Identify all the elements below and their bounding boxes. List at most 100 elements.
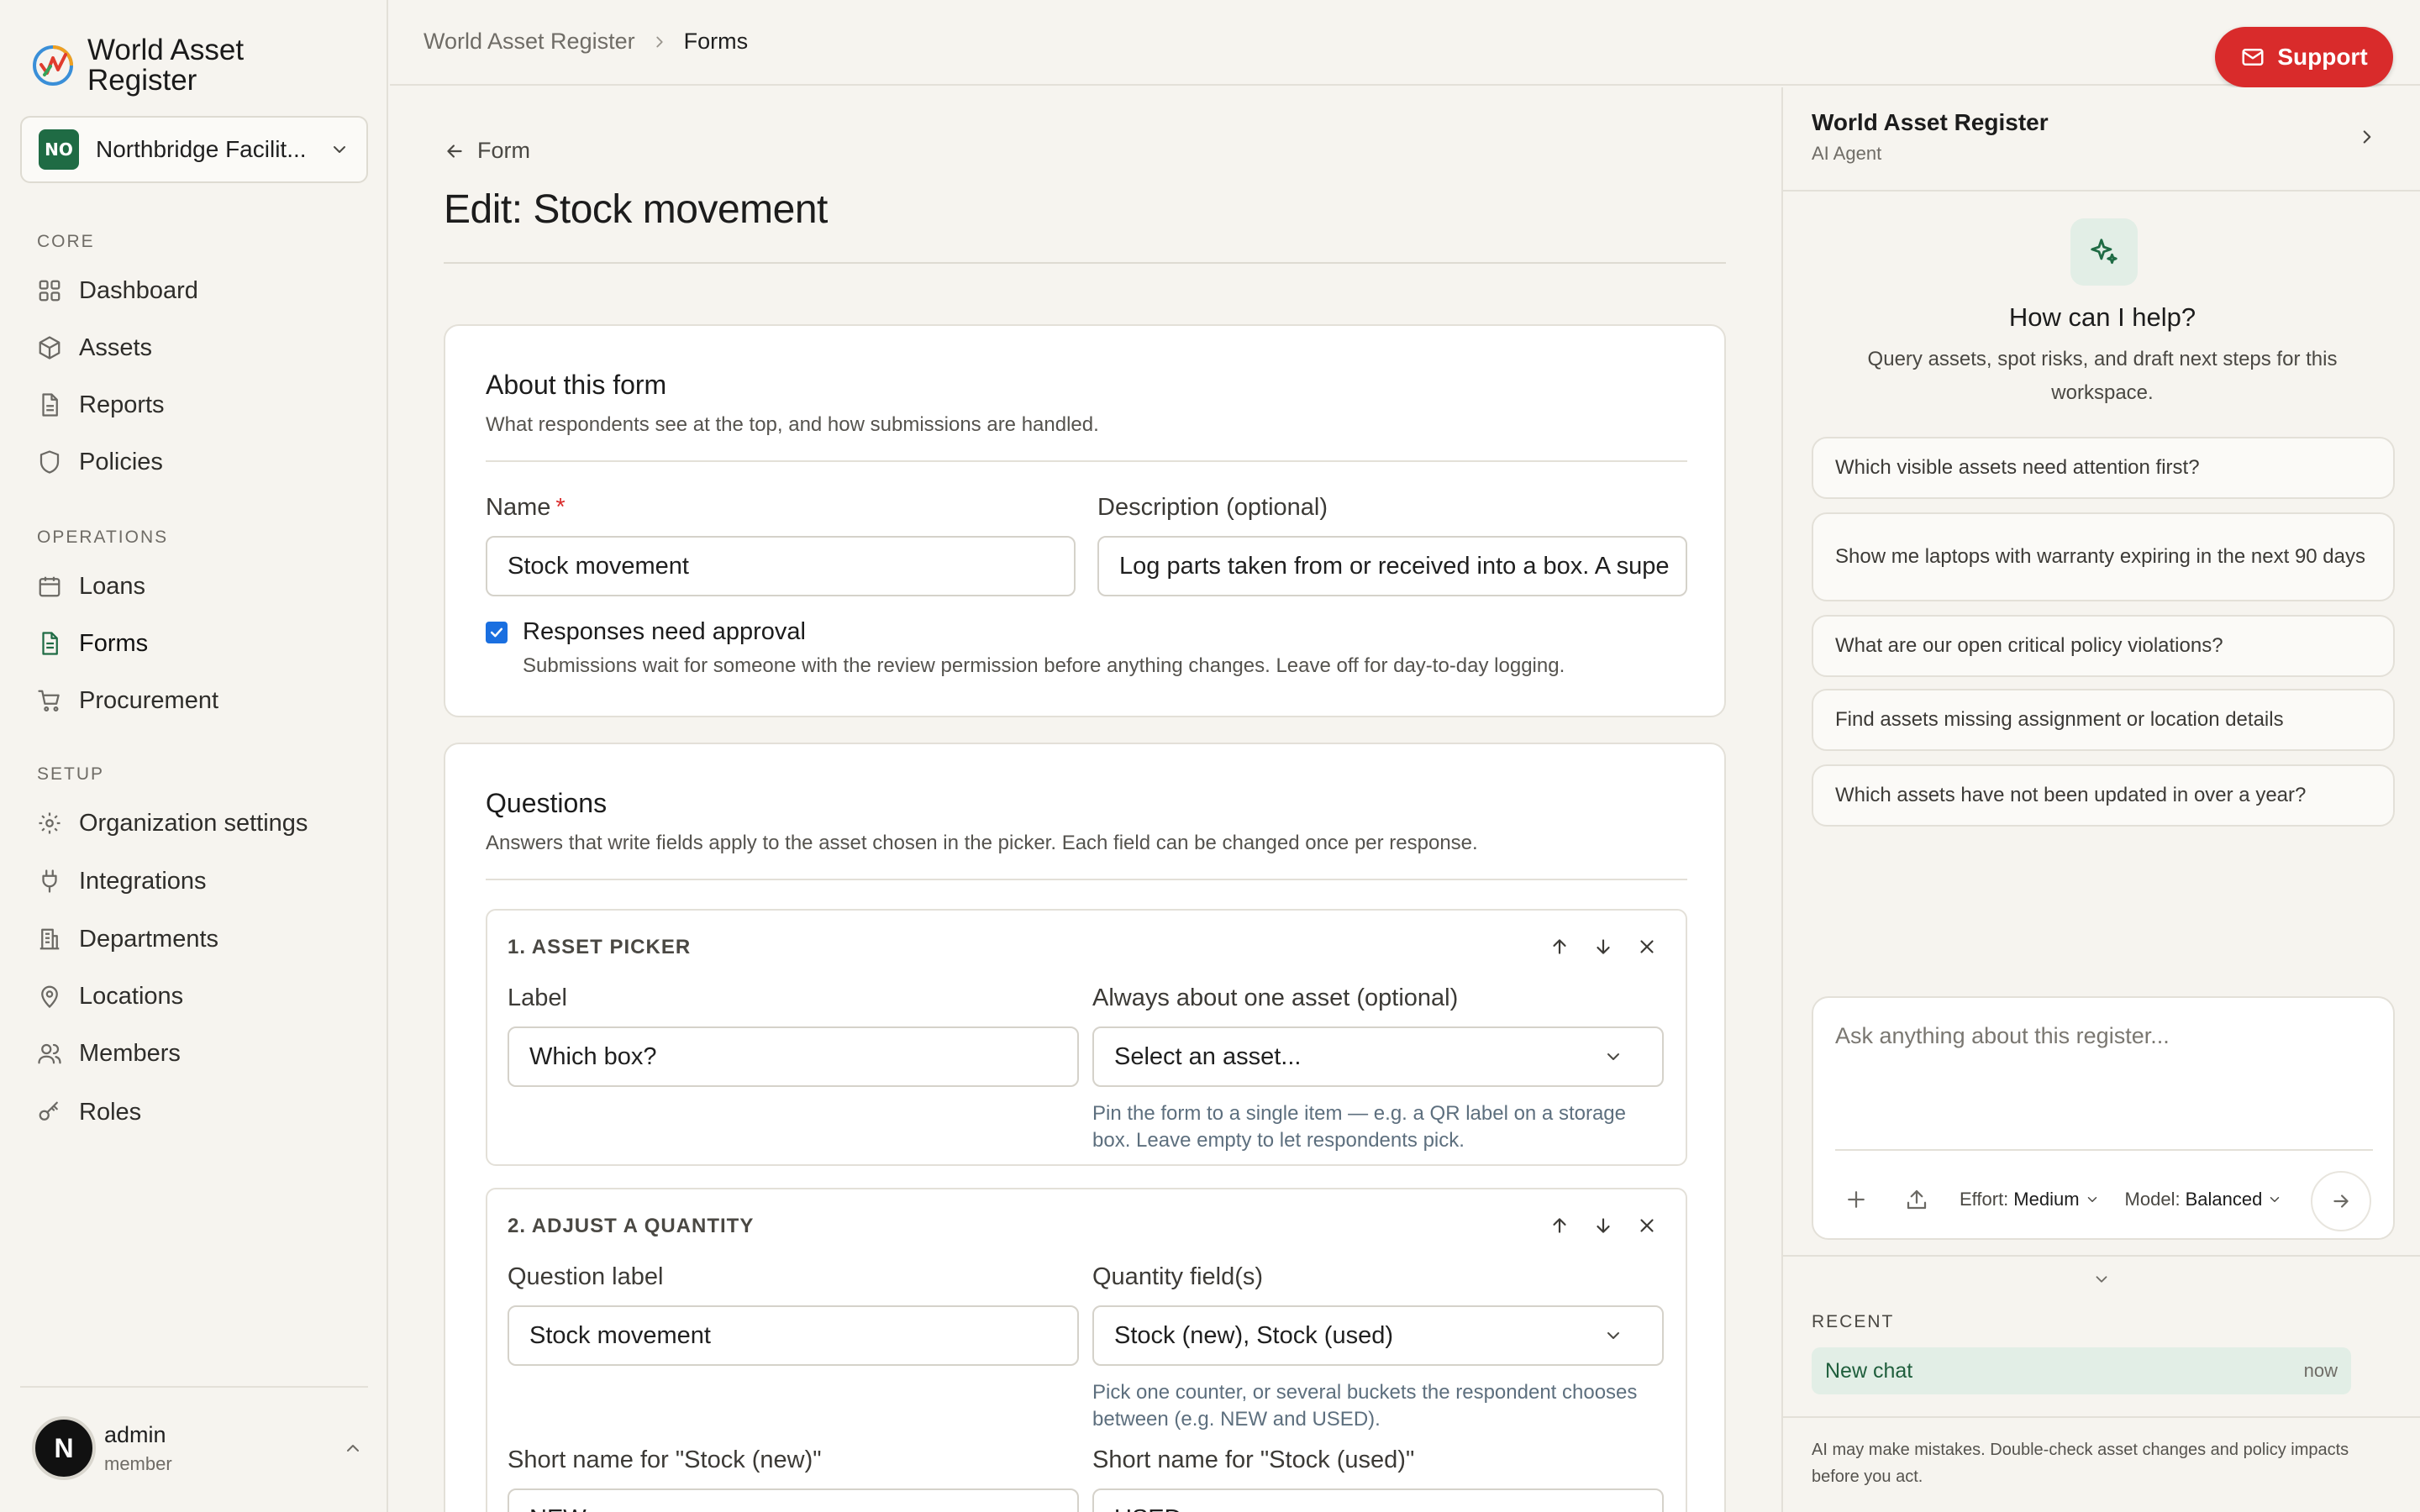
question-block-adjust-quantity: 2. ADJUST A QUANTITY Question label Stoc… [486,1188,1687,1512]
chevron-down-icon [1607,1332,1619,1339]
ai-disclaimer: AI may make mistakes. Double-check asset… [1812,1441,2349,1486]
checkmark-icon [490,627,503,638]
chevron-down-icon [1607,1053,1619,1060]
approval-checkbox[interactable] [486,622,508,643]
upload-icon[interactable] [1904,1187,1929,1212]
move-up-button[interactable] [1538,1213,1581,1238]
chevron-right-icon [655,36,663,47]
model-value: Balanced [2185,1189,2263,1210]
ai-help-subtitle: Query assets, spot risks, and draft next… [1867,348,2338,404]
main-content: Form Edit: Stock movement About this for… [390,87,1781,1512]
divider [486,879,1687,880]
sidebar-item-dashboard[interactable]: Dashboard [37,272,198,309]
remove-question-button[interactable] [1625,1213,1669,1238]
sidebar-item-label: Loans [79,572,146,600]
plus-icon[interactable] [1844,1187,1869,1212]
user-menu[interactable]: N admin member [32,1416,363,1480]
question-label-field-label: Question label [508,1263,664,1290]
divider [444,262,1726,264]
org-switcher[interactable]: NO Northbridge Facilit... [20,116,368,183]
sidebar-item-assets[interactable]: Assets [37,329,152,366]
app-name: World Asset Register [87,34,245,97]
model-label: Model: [2124,1189,2181,1210]
sidebar-item-procurement[interactable]: Procurement [37,682,218,719]
short-name-used-input[interactable]: USED [1092,1488,1664,1512]
suggestion-chip[interactable]: Show me laptops with warranty expiring i… [1812,512,2395,601]
sidebar-item-departments[interactable]: Departments [37,921,218,958]
effort-select[interactable]: Effort: Medium [1960,1189,2100,1210]
breadcrumb-home[interactable]: World Asset Register [424,29,635,55]
suggestion-chip[interactable]: Which assets have not been updated in ov… [1812,764,2395,827]
section-subtitle: What respondents see at the top, and how… [486,413,1099,436]
grid-icon [39,280,60,302]
section-title: Questions [486,788,608,818]
sidebar-item-reports[interactable]: Reports [37,386,165,423]
page-title: Edit: Stock movement [444,187,828,232]
sidebar-item-members[interactable]: Members [37,1035,181,1072]
name-input[interactable]: Stock movement [486,536,1076,596]
chevron-down-icon[interactable] [2092,1270,2111,1289]
sidebar-item-roles[interactable]: Roles [37,1094,141,1131]
label-field-label: Label [508,984,567,1011]
close-icon [1640,940,1654,953]
close-icon [1640,1219,1654,1232]
sidebar-item-forms[interactable]: Forms [37,625,148,662]
suggestion-chip[interactable]: Find assets missing assignment or locati… [1812,689,2395,751]
back-link[interactable]: Form [444,138,530,164]
question-tools [1538,1213,1669,1238]
sidebar-item-label: Locations [79,982,184,1010]
calendar-icon [39,576,60,597]
question-label-input[interactable]: Stock movement [508,1305,1079,1366]
required-mark: * [555,494,566,521]
sidebar-item-loans[interactable]: Loans [37,568,145,605]
building-icon [39,928,60,950]
quantity-fields-select[interactable]: Stock (new), Stock (used) [1092,1305,1664,1366]
description-input[interactable]: Log parts taken from or received into a … [1097,536,1687,596]
chevron-right-icon[interactable] [2356,126,2378,148]
arrow-right-icon [2333,1194,2349,1208]
sidebar-item-policies[interactable]: Policies [37,444,163,480]
key-icon [39,1101,58,1121]
model-select[interactable]: Model: Balanced [2125,1189,2283,1210]
app-logo-icon [33,45,73,86]
sidebar-item-label: Procurement [79,686,219,714]
sidebar-item-integrations[interactable]: Integrations [37,863,207,900]
users-icon [38,1043,61,1064]
recent-section-label: RECENT [1812,1312,1895,1331]
move-up-button[interactable] [1538,934,1581,959]
arrow-up-icon [1553,1218,1566,1233]
chat-composer: Ask anything about this register... Effo… [1812,996,2395,1240]
cart-icon [38,690,60,711]
arrow-up-icon [1553,939,1566,954]
suggestion-chip[interactable]: What are our open critical policy violat… [1812,615,2395,677]
move-down-button[interactable] [1581,934,1625,959]
sidebar-item-locations[interactable]: Locations [37,978,183,1015]
sidebar-item-organization-settings[interactable]: Organization settings [37,805,308,842]
label-input[interactable]: Which box? [508,1026,1079,1087]
chat-input[interactable]: Ask anything about this register... [1835,1023,2170,1049]
sidebar-item-label: Integrations [79,867,207,895]
arrow-down-icon [1597,1218,1610,1233]
support-button[interactable]: Support [2215,27,2393,87]
short-name-new-input[interactable]: NEW [508,1488,1079,1512]
questions-card: Questions Answers that write fields appl… [444,743,1726,1512]
sidebar-item-label: Departments [79,925,219,953]
recent-chat-item[interactable]: New chat now [1812,1347,2351,1394]
chevron-down-icon [334,146,345,153]
top-bar: World Asset Register Forms Support [390,0,2420,87]
sidebar-item-label: Assets [79,333,153,361]
send-button[interactable] [2311,1171,2371,1231]
plug-icon [42,869,57,893]
short-name-used-label: Short name for "Stock (used)" [1092,1446,1415,1473]
chevron-down-icon [2270,1197,2280,1202]
sparkle-icon [2091,239,2118,265]
short-name-new-label: Short name for "Stock (new)" [508,1446,822,1473]
move-down-button[interactable] [1581,1213,1625,1238]
sidebar-item-label: Dashboard [79,276,198,304]
remove-question-button[interactable] [1625,934,1669,959]
question-tools [1538,934,1669,959]
asset-select[interactable]: Select an asset... [1092,1026,1664,1087]
sidebar-item-label: Forms [79,629,149,657]
brand[interactable]: World Asset Register [32,35,306,96]
suggestion-chip[interactable]: Which visible assets need attention firs… [1812,437,2395,499]
